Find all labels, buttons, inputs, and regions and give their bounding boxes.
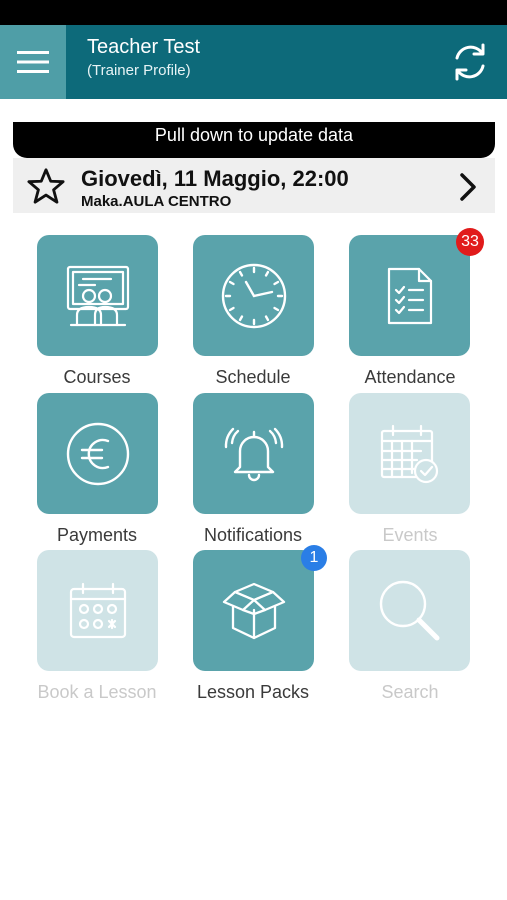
- chevron-right-icon[interactable]: [457, 172, 479, 202]
- bell-icon: [224, 427, 283, 481]
- attendance-label: Attendance: [364, 367, 456, 387]
- book-lesson-tile[interactable]: [37, 550, 158, 671]
- box-icon: [222, 582, 285, 639]
- event-date: Giovedì, 11 Maggio, 22:00: [81, 166, 349, 191]
- next-event-row[interactable]: Giovedì, 11 Maggio, 22:00 Maka.AULA CENT…: [13, 158, 495, 213]
- calendar-check-icon: [380, 424, 438, 483]
- lesson-packs-badge: 1: [301, 545, 327, 571]
- search-icon: [379, 580, 439, 640]
- refresh-icon: [455, 43, 485, 81]
- notifications-tile[interactable]: [193, 393, 314, 514]
- search-tile[interactable]: [349, 550, 470, 671]
- schedule-tile[interactable]: [193, 235, 314, 356]
- pull-to-refresh-banner: Pull down to update data: [13, 122, 495, 158]
- notifications-label: Notifications: [203, 525, 303, 545]
- calendar-icon: [69, 582, 126, 638]
- courses-tile[interactable]: [37, 235, 158, 356]
- checklist-icon: [387, 267, 432, 324]
- menu-button[interactable]: [0, 25, 66, 99]
- status-bar: [0, 0, 507, 25]
- courses-label: Courses: [63, 367, 131, 387]
- attendance-tile[interactable]: [349, 235, 470, 356]
- schedule-label: Schedule: [215, 367, 291, 387]
- clock-icon: [221, 263, 286, 328]
- search-label: Search: [381, 682, 439, 702]
- lesson-packs-label: Lesson Packs: [196, 682, 310, 702]
- payments-tile[interactable]: [37, 393, 158, 514]
- events-tile[interactable]: [349, 393, 470, 514]
- book-lesson-label: Book a Lesson: [37, 682, 157, 702]
- attendance-badge: 33: [456, 228, 484, 256]
- star-icon[interactable]: [27, 167, 65, 205]
- app-header: Teacher Test (Trainer Profile): [0, 25, 507, 99]
- lesson-packs-tile[interactable]: [193, 550, 314, 671]
- page-title: Teacher Test: [87, 36, 201, 58]
- payments-label: Payments: [56, 525, 138, 545]
- events-label: Events: [382, 525, 438, 545]
- event-place: Maka.AULA CENTRO: [81, 193, 232, 210]
- page-subtitle: (Trainer Profile): [87, 62, 191, 79]
- euro-icon: [66, 422, 129, 485]
- classroom-icon: [66, 265, 129, 326]
- hamburger-menu-icon: [17, 51, 49, 73]
- refresh-button[interactable]: [445, 37, 495, 87]
